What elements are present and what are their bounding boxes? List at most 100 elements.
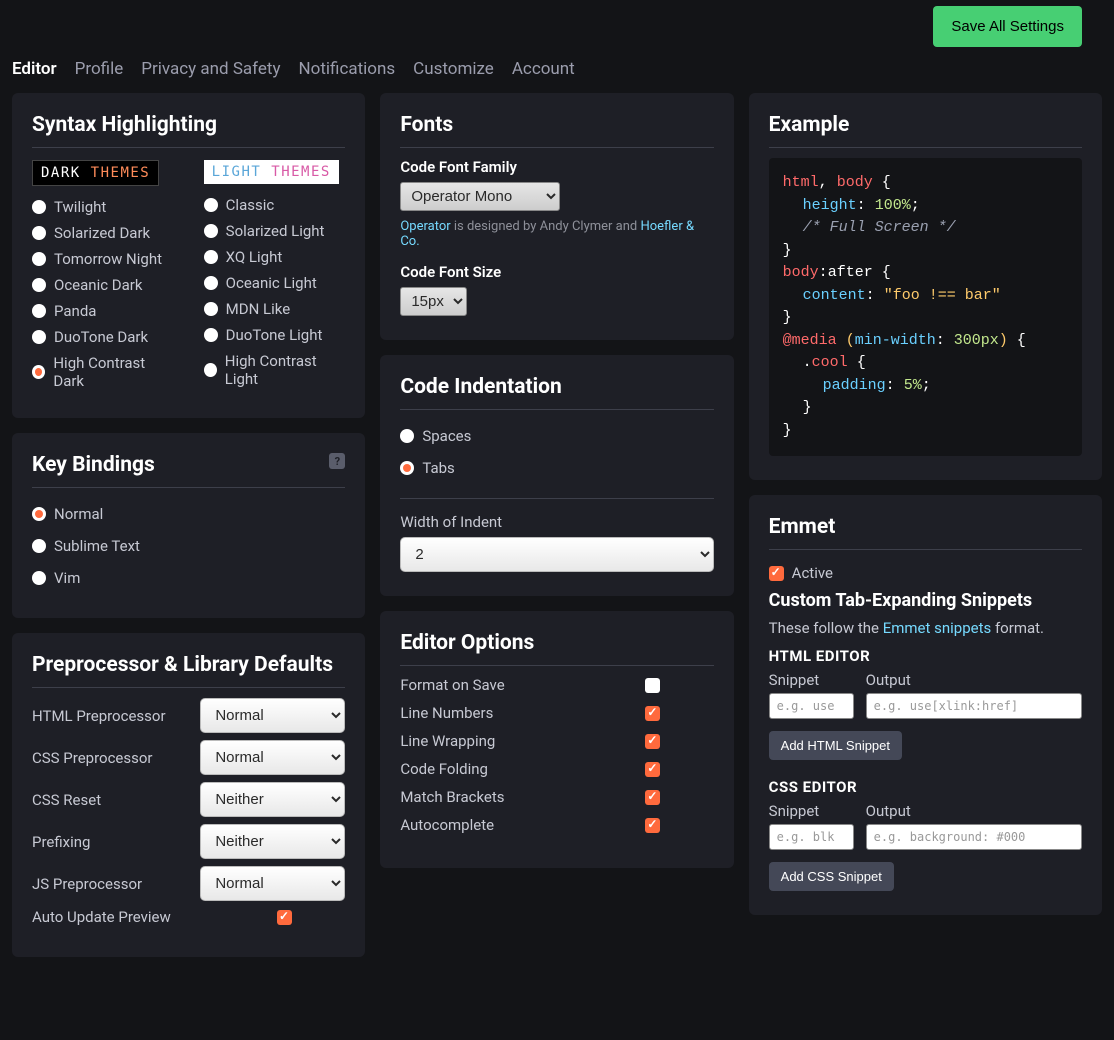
prepro-select-css-reset[interactable]: Neither (200, 782, 345, 817)
opt-label: Line Wrapping (400, 732, 495, 750)
opt-label: Code Folding (400, 760, 488, 778)
theme-duotone-dark[interactable]: DuoTone Dark (32, 324, 174, 350)
tab-profile[interactable]: Profile (75, 59, 124, 79)
fonts-title: Fonts (400, 113, 713, 148)
theme-solarized-dark[interactable]: Solarized Dark (32, 220, 174, 246)
tab-notifications[interactable]: Notifications (299, 59, 396, 79)
theme-duotone-light[interactable]: DuoTone Light (204, 322, 346, 348)
font-hint: Operator is designed by Andy Clymer and … (400, 219, 713, 249)
theme-radio[interactable] (204, 276, 218, 290)
theme-high-contrast-light[interactable]: High Contrast Light (204, 348, 346, 392)
theme-radio[interactable] (32, 330, 46, 344)
tab-account[interactable]: Account (512, 59, 575, 79)
save-all-button[interactable]: Save All Settings (933, 6, 1082, 47)
theme-panda[interactable]: Panda (32, 298, 174, 324)
css-editor-heading: CSS EDITOR (769, 778, 1082, 796)
theme-radio[interactable] (204, 363, 217, 377)
html-editor-heading: HTML EDITOR (769, 647, 1082, 665)
card-syntax-highlighting: Syntax Highlighting DARK THEMES Twilight… (12, 93, 365, 418)
theme-radio[interactable] (204, 198, 218, 212)
prepro-select-js-preprocessor[interactable]: Normal (200, 866, 345, 901)
keybinding-sublime-text[interactable]: Sublime Text (32, 530, 345, 562)
tab-privacy-and-safety[interactable]: Privacy and Safety (141, 59, 280, 79)
theme-radio[interactable] (204, 250, 218, 264)
theme-oceanic-light[interactable]: Oceanic Light (204, 270, 346, 296)
snippet-col-label: Snippet (769, 671, 854, 689)
output-col-label: Output (866, 671, 1082, 689)
prepro-select-css-preprocessor[interactable]: Normal (200, 740, 345, 775)
font-family-label: Code Font Family (400, 158, 713, 176)
prepro-label: HTML Preprocessor (32, 707, 166, 725)
theme-oceanic-dark[interactable]: Oceanic Dark (32, 272, 174, 298)
theme-radio[interactable] (204, 328, 218, 342)
css-snippet-input[interactable] (769, 824, 854, 850)
emmet-snippets-link[interactable]: Emmet snippets (883, 619, 992, 637)
font-size-label: Code Font Size (400, 263, 713, 281)
indent-width-label: Width of Indent (400, 513, 713, 531)
opt-line-wrapping-checkbox[interactable] (645, 734, 660, 749)
indent-spaces[interactable]: Spaces (400, 420, 713, 452)
theme-tomorrow-night[interactable]: Tomorrow Night (32, 246, 174, 272)
theme-radio[interactable] (32, 365, 45, 379)
opt-format-on-save-checkbox[interactable] (645, 678, 660, 693)
prepro-label: JS Preprocessor (32, 875, 142, 893)
prepro-label: CSS Reset (32, 791, 101, 809)
add-html-snippet-button[interactable]: Add HTML Snippet (769, 731, 902, 760)
html-snippet-input[interactable] (769, 693, 854, 719)
add-css-snippet-button[interactable]: Add CSS Snippet (769, 862, 894, 891)
theme-radio[interactable] (204, 302, 218, 316)
theme-radio[interactable] (32, 226, 46, 240)
theme-radio[interactable] (204, 224, 218, 238)
prepro-title: Preprocessor & Library Defaults (32, 653, 345, 688)
opt-line-numbers-checkbox[interactable] (645, 706, 660, 721)
help-icon[interactable]: ? (329, 453, 345, 469)
css-output-input[interactable] (866, 824, 1082, 850)
example-title: Example (769, 113, 1082, 148)
opt-label: Format on Save (400, 676, 504, 694)
theme-solarized-light[interactable]: Solarized Light (204, 218, 346, 244)
dark-themes-header: DARK THEMES (32, 160, 159, 186)
theme-radio[interactable] (32, 278, 46, 292)
card-key-bindings: Key Bindings? NormalSublime TextVim (12, 433, 365, 618)
opt-match-brackets-checkbox[interactable] (645, 790, 660, 805)
keybinding-normal[interactable]: Normal (32, 498, 345, 530)
theme-classic[interactable]: Classic (204, 192, 346, 218)
card-example: Example html, body { height: 100%; /* Fu… (749, 93, 1102, 480)
prepro-label: CSS Preprocessor (32, 749, 153, 767)
theme-twilight[interactable]: Twilight (32, 194, 174, 220)
operator-link[interactable]: Operator (400, 219, 450, 234)
auto-update-label: Auto Update Preview (32, 908, 171, 926)
keybinding-vim[interactable]: Vim (32, 562, 345, 594)
theme-radio[interactable] (32, 252, 46, 266)
emmet-title: Emmet (769, 515, 1082, 550)
editor-opts-title: Editor Options (400, 631, 713, 666)
theme-xq-light[interactable]: XQ Light (204, 244, 346, 270)
font-family-select[interactable]: Operator Mono (400, 182, 560, 211)
tab-editor[interactable]: Editor (12, 59, 57, 79)
emmet-follow-text: These follow the Emmet snippets format. (769, 619, 1082, 637)
theme-high-contrast-dark[interactable]: High Contrast Dark (32, 350, 174, 394)
emmet-subtitle: Custom Tab-Expanding Snippets (769, 590, 1082, 611)
keybindings-title: Key Bindings (32, 453, 155, 477)
prepro-select-html-preprocessor[interactable]: Normal (200, 698, 345, 733)
tab-customize[interactable]: Customize (413, 59, 494, 79)
emmet-active-checkbox[interactable] (769, 566, 784, 581)
card-indentation: Code Indentation SpacesTabs Width of Ind… (380, 355, 733, 596)
opt-label: Match Brackets (400, 788, 504, 806)
indent-tabs[interactable]: Tabs (400, 452, 713, 484)
prepro-label: Prefixing (32, 833, 90, 851)
html-output-input[interactable] (866, 693, 1082, 719)
font-size-select[interactable]: 15px (400, 287, 467, 316)
opt-label: Line Numbers (400, 704, 493, 722)
syntax-title: Syntax Highlighting (32, 113, 345, 148)
opt-code-folding-checkbox[interactable] (645, 762, 660, 777)
theme-radio[interactable] (32, 200, 46, 214)
card-preprocessor: Preprocessor & Library Defaults HTML Pre… (12, 633, 365, 957)
indent-width-select[interactable]: 2 (400, 537, 713, 572)
opt-autocomplete-checkbox[interactable] (645, 818, 660, 833)
light-themes-header: LIGHT THEMES (204, 160, 339, 184)
theme-mdn-like[interactable]: MDN Like (204, 296, 346, 322)
auto-update-checkbox[interactable] (277, 910, 292, 925)
theme-radio[interactable] (32, 304, 46, 318)
prepro-select-prefixing[interactable]: Neither (200, 824, 345, 859)
